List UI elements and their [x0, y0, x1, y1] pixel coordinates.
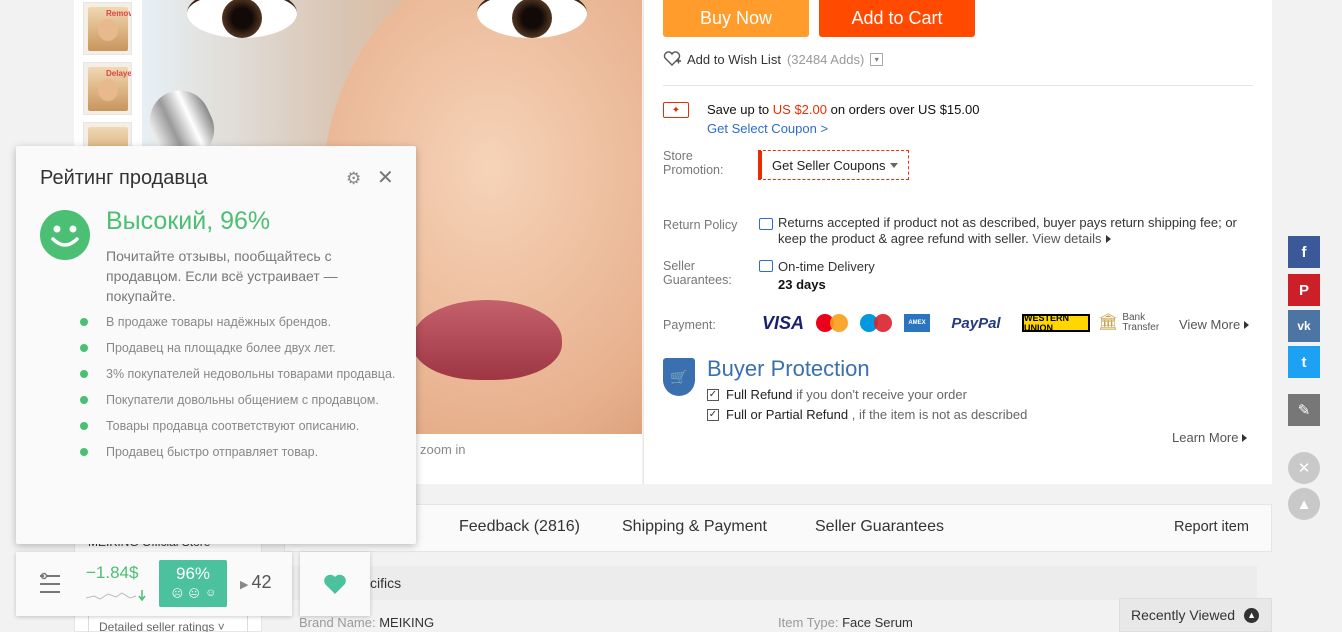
add-to-cart-button[interactable]: Add to Cart [819, 0, 975, 37]
check-icon: ✓ [707, 388, 719, 401]
store-promotion-label: Store Promotion: [663, 149, 724, 177]
view-details-link[interactable]: View details [1032, 231, 1101, 246]
paypal-icon: PayPal [951, 314, 1001, 332]
maestro-icon [860, 313, 896, 333]
detailed-seller-ratings-dropdown[interactable]: Detailed seller ratings ˅ [88, 615, 248, 632]
price-sparkline [86, 590, 146, 602]
neutral-face-icon: 😐 [188, 588, 200, 600]
truck-icon [759, 260, 773, 272]
happy-face-icon: ☺ [205, 587, 217, 599]
visa-icon: VISA [761, 312, 804, 333]
specifics-title: cifics [370, 575, 402, 591]
list-item: Продавец на площадке более двух лет. [80, 339, 400, 357]
get-select-coupon-link[interactable]: Get Select Coupon > [707, 121, 828, 136]
amex-icon: AMEX [904, 314, 930, 332]
gear-icon[interactable]: ⚙ [346, 170, 364, 188]
close-share-icon[interactable]: ✕ [1288, 452, 1320, 484]
payment-label: Payment: [663, 318, 716, 332]
mastercard-icon [816, 313, 852, 333]
twitter-icon[interactable]: t [1288, 346, 1320, 378]
seller-guarantees-label: Seller Guarantees: [663, 259, 732, 287]
chevron-up-icon: ▲ [1244, 607, 1260, 623]
wish-list-label: Add to Wish List [687, 51, 781, 67]
list-settings-icon[interactable] [38, 572, 62, 596]
check-icon: ✓ [707, 408, 719, 421]
gallery-thumb-1[interactable]: Remove [83, 2, 132, 55]
zoom-hint: zoom in [420, 442, 466, 457]
buy-now-button[interactable]: Buy Now [663, 0, 809, 37]
facebook-icon[interactable]: f [1288, 236, 1320, 268]
return-policy-text: Returns accepted if product not as descr… [778, 215, 1237, 246]
list-item: 3% покупателей недовольны товарами прода… [80, 365, 400, 383]
list-item: В продаже товары надёжных брендов. [80, 313, 400, 331]
price-diff: −1.84$ [86, 563, 139, 582]
caret-down-icon [890, 162, 899, 168]
list-item: Товары продавца соответствуют описанию. [80, 417, 400, 435]
learn-more-link[interactable]: Learn More [1172, 430, 1248, 445]
western-union-icon: WESTERN UNION [1022, 313, 1090, 333]
rating-value: Высокий, 96% [106, 207, 271, 235]
delivery-guarantee: On-time Delivery 23 days [778, 259, 875, 292]
seller-rating-badge[interactable]: 96% ☹ 😐 ☺ [159, 560, 227, 607]
payment-methods: VISA AMEX PayPal WESTERN UNION 🏛 Bank Tra… [758, 312, 1166, 334]
wish-list-link[interactable]: Add to Wish List (32484 Adds) ▾ [663, 51, 884, 67]
scroll-top-icon[interactable]: ▲ [1288, 488, 1320, 520]
shield-cart-icon: 🛒 [663, 358, 695, 396]
heart-icon [324, 574, 346, 594]
tab-shipping-payment[interactable]: Shipping & Payment [622, 518, 767, 536]
heart-plus-icon [663, 51, 681, 66]
coupon-icon: ✦ [663, 102, 689, 118]
edit-icon[interactable]: ✎ [1288, 394, 1320, 426]
specifics-header [284, 566, 1257, 600]
reviews-count[interactable]: ▶ 42 [240, 572, 272, 593]
pinterest-icon[interactable]: P [1288, 274, 1320, 306]
buyer-protection-title: Buyer Protection [707, 356, 870, 381]
smile-icon [40, 210, 90, 260]
return-icon [759, 218, 773, 230]
tab-feedback[interactable]: Feedback (2816) [459, 518, 580, 536]
item-type-row: Item Type: Face Serum [778, 615, 913, 630]
rating-reasons-list: В продаже товары надёжных брендов. Прода… [80, 313, 400, 469]
popup-title: Рейтинг продавца [40, 167, 208, 189]
chevron-down-icon[interactable]: ▾ [870, 52, 884, 66]
brand-name-row: Brand Name: MEIKING [299, 615, 435, 630]
sad-face-icon: ☹ [171, 588, 184, 600]
coupon-save-text: Save up to US $2.00 on orders over US $1… [707, 102, 980, 117]
recently-viewed-button[interactable]: Recently Viewed ▲ [1119, 598, 1272, 632]
favorite-button[interactable] [300, 552, 370, 616]
partial-refund-item: ✓ Full or Partial Refund , if the item is… [707, 407, 1028, 422]
close-icon[interactable]: ✕ [377, 168, 395, 188]
vk-icon[interactable]: vk [1288, 310, 1320, 342]
gallery-thumb-2[interactable]: Delayed [83, 62, 132, 115]
full-refund-item: ✓ Full Refund if you don't receive your o… [707, 387, 967, 402]
tab-seller-guarantees[interactable]: Seller Guarantees [815, 518, 944, 536]
list-item: Покупатели довольны общением с продавцом… [80, 391, 400, 409]
payment-view-more-link[interactable]: View More [1179, 317, 1250, 332]
get-seller-coupons-button[interactable]: Get Seller Coupons [758, 150, 909, 180]
divider [663, 85, 1253, 86]
report-item-link[interactable]: Report item [1174, 519, 1249, 535]
bank-transfer-icon: 🏛 Bank Transfer [1098, 312, 1160, 333]
wish-count: (32484 Adds) [786, 51, 865, 67]
return-policy-label: Return Policy [663, 218, 738, 232]
detail-tabs-bar [284, 504, 1272, 552]
rating-description: Почитайте отзывы, пообщайтесь с продавцо… [106, 248, 338, 304]
list-item: Продавец быстро отправляет товар. [80, 443, 400, 461]
